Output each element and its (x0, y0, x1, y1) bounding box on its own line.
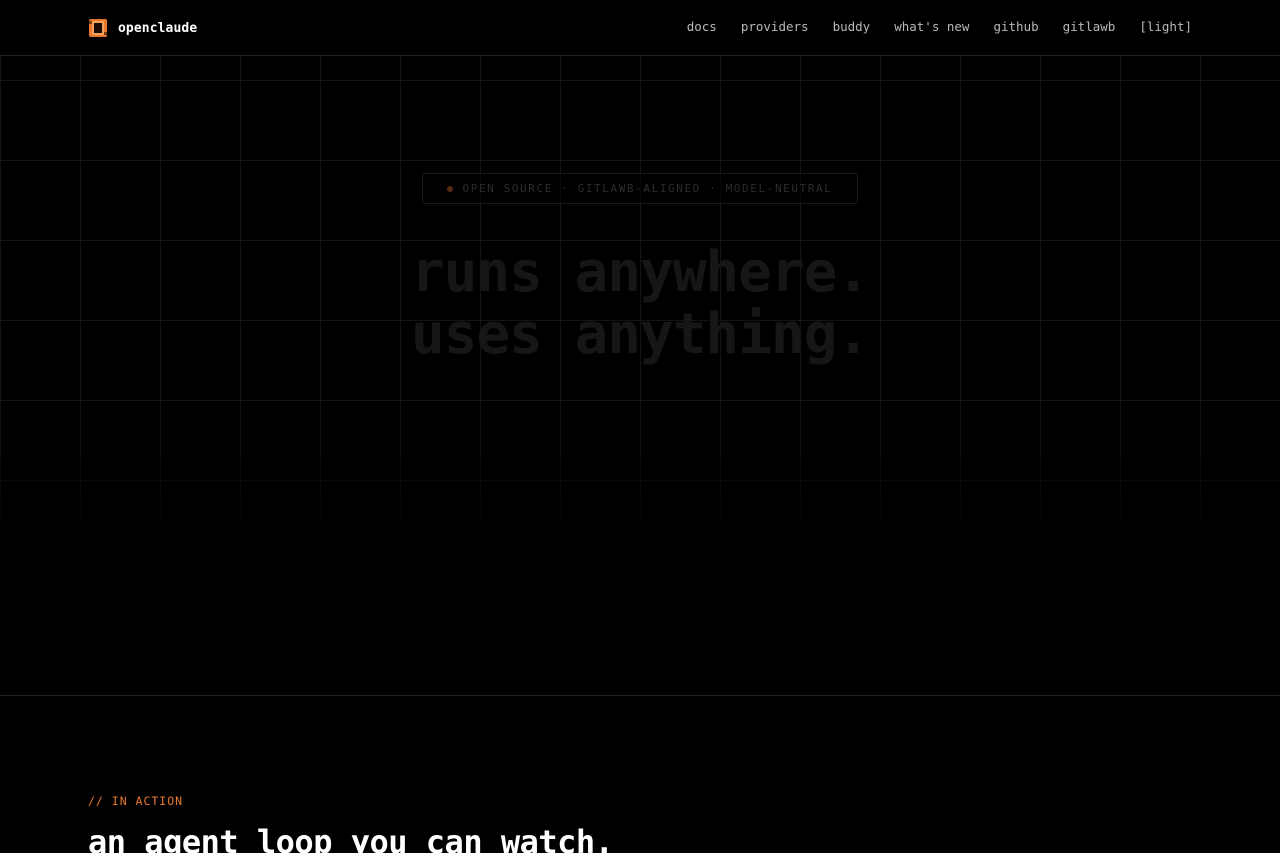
nav-docs[interactable]: docs (687, 19, 717, 34)
nav-gitlawb[interactable]: gitlawb (1063, 19, 1116, 34)
status-dot-icon (447, 185, 454, 192)
theme-toggle[interactable]: [light] (1139, 19, 1192, 34)
in-action-section: // IN ACTION an agent loop you can watch… (88, 790, 1192, 853)
nav-providers[interactable]: providers (741, 19, 809, 34)
openclaude-logo-icon (88, 18, 108, 38)
section-title: an agent loop you can watch. (88, 823, 614, 853)
section-eyebrow: // IN ACTION (88, 794, 184, 808)
hero-section: OPEN SOURCE · GITLAWB-ALIGNED · MODEL-NE… (0, 56, 1280, 696)
brand-name: openclaude (118, 20, 198, 36)
page: openclaude docs providers buddy what's n… (0, 0, 1280, 853)
site-header: openclaude docs providers buddy what's n… (0, 0, 1280, 56)
nav-github[interactable]: github (993, 19, 1038, 34)
section-divider (0, 695, 1280, 696)
hero-headline: runs anywhere. uses anything. (0, 242, 1280, 366)
top-nav: docs providers buddy what's new github g… (687, 19, 1192, 34)
brand-home-link[interactable]: openclaude (88, 17, 197, 39)
hero-badge-text: OPEN SOURCE · GITLAWB-ALIGNED · MODEL-NE… (462, 182, 833, 195)
nav-whats-new[interactable]: what's new (894, 19, 969, 34)
nav-buddy[interactable]: buddy (833, 19, 871, 34)
hero-headline-line1: runs anywhere. (410, 240, 870, 305)
hero-badge: OPEN SOURCE · GITLAWB-ALIGNED · MODEL-NE… (422, 173, 858, 204)
hero-headline-line2: uses anything. (410, 302, 870, 367)
